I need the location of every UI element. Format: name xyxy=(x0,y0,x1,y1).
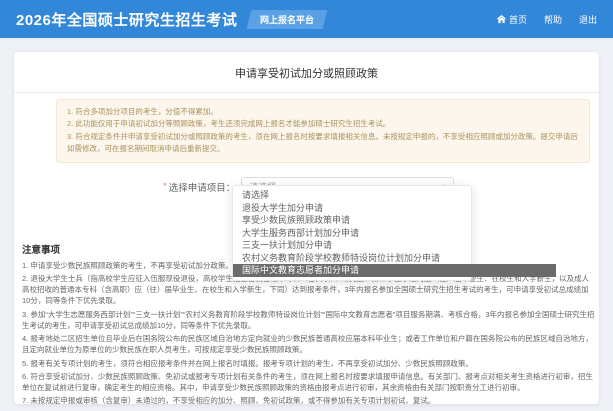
required-asterisk: * xyxy=(163,181,167,192)
nav-help[interactable]: 帮助 xyxy=(544,13,562,26)
dropdown-option[interactable]: 退役大学生加分申请 xyxy=(233,202,471,215)
dropdown-option[interactable]: 三支一扶计划加分申请 xyxy=(233,239,471,252)
nav-home-label: 首页 xyxy=(509,13,527,26)
application-type-dropdown: 请选择 退役大学生加分申请 享受少数民族照顾政策申请 大学生服务西部计划加分申请… xyxy=(232,185,472,281)
dropdown-option-highlighted[interactable]: 国际中文教育志愿者加分申请 xyxy=(233,264,556,277)
note-item: 7. 未按规定申报或审核（含复审）未通过的，不享受相应的加分、照顾、免初试政策，… xyxy=(22,395,595,406)
application-type-label: 选择申请项目： xyxy=(169,180,236,194)
app-title: 2026年全国硕士研究生招生考试 xyxy=(16,9,237,30)
dropdown-option[interactable]: 大学生服务西部计划加分申请 xyxy=(233,227,471,240)
notice-item: 2. 此功能仅用于申请初试加分等照顾政策，考生还须完成网上报名才能参加硕士研究生… xyxy=(67,118,579,130)
nav-help-label: 帮助 xyxy=(544,13,562,26)
notice-box: 1. 符合多项加分项目的考生，分值不得累加。 2. 此功能仅用于申请初试加分等照… xyxy=(56,99,590,163)
notice-item: 1. 符合多项加分项目的考生，分值不得累加。 xyxy=(67,106,579,118)
platform-badge: 网上报名平台 xyxy=(247,10,328,29)
home-icon xyxy=(497,15,506,24)
main-card: 申请享受初试加分或照顾政策 1. 符合多项加分项目的考生，分值不得累加。 2. … xyxy=(14,52,599,404)
page-title: 申请享受初试加分或照顾政策 xyxy=(14,52,599,93)
dropdown-option[interactable]: 农村义务教育阶段学校教师特设岗位计划加分申请 xyxy=(233,252,471,265)
nav-home[interactable]: 首页 xyxy=(497,13,527,26)
notice-item: 3. 符合规定条件并申请享受初试加分或照顾政策的考生，须在网上报名时按要求填报相… xyxy=(67,131,579,156)
dropdown-option[interactable]: 享受少数民族照顾政策申请 xyxy=(233,214,471,227)
dropdown-option[interactable]: 请选择 xyxy=(233,189,471,202)
app-header: 2026年全国硕士研究生招生考试 网上报名平台 首页 帮助 退出 xyxy=(0,0,613,38)
platform-badge-label: 网上报名平台 xyxy=(260,13,314,26)
nav-logout-label: 退出 xyxy=(579,13,597,26)
note-item: 5. 报考有关专项计划的考生，须符合相应报考条件并在网上报名时填报。报考专项计划… xyxy=(22,358,595,369)
note-item: 6. 符合享受初试加分、少数民族照顾政策、免初试或报考专项计划有关条件的考生，须… xyxy=(22,371,595,394)
note-item: 4. 报考地处二区招生单位且毕业后在国务院公布的民族区域自治地方定向就业的少数民… xyxy=(22,333,595,356)
nav-logout[interactable]: 退出 xyxy=(579,13,597,26)
note-item: 3. 参加“大学生志愿服务西部计划”“三支一扶计划”“农村义务教育阶段学校教师特… xyxy=(22,309,595,332)
header-nav: 首页 帮助 退出 xyxy=(497,13,597,26)
